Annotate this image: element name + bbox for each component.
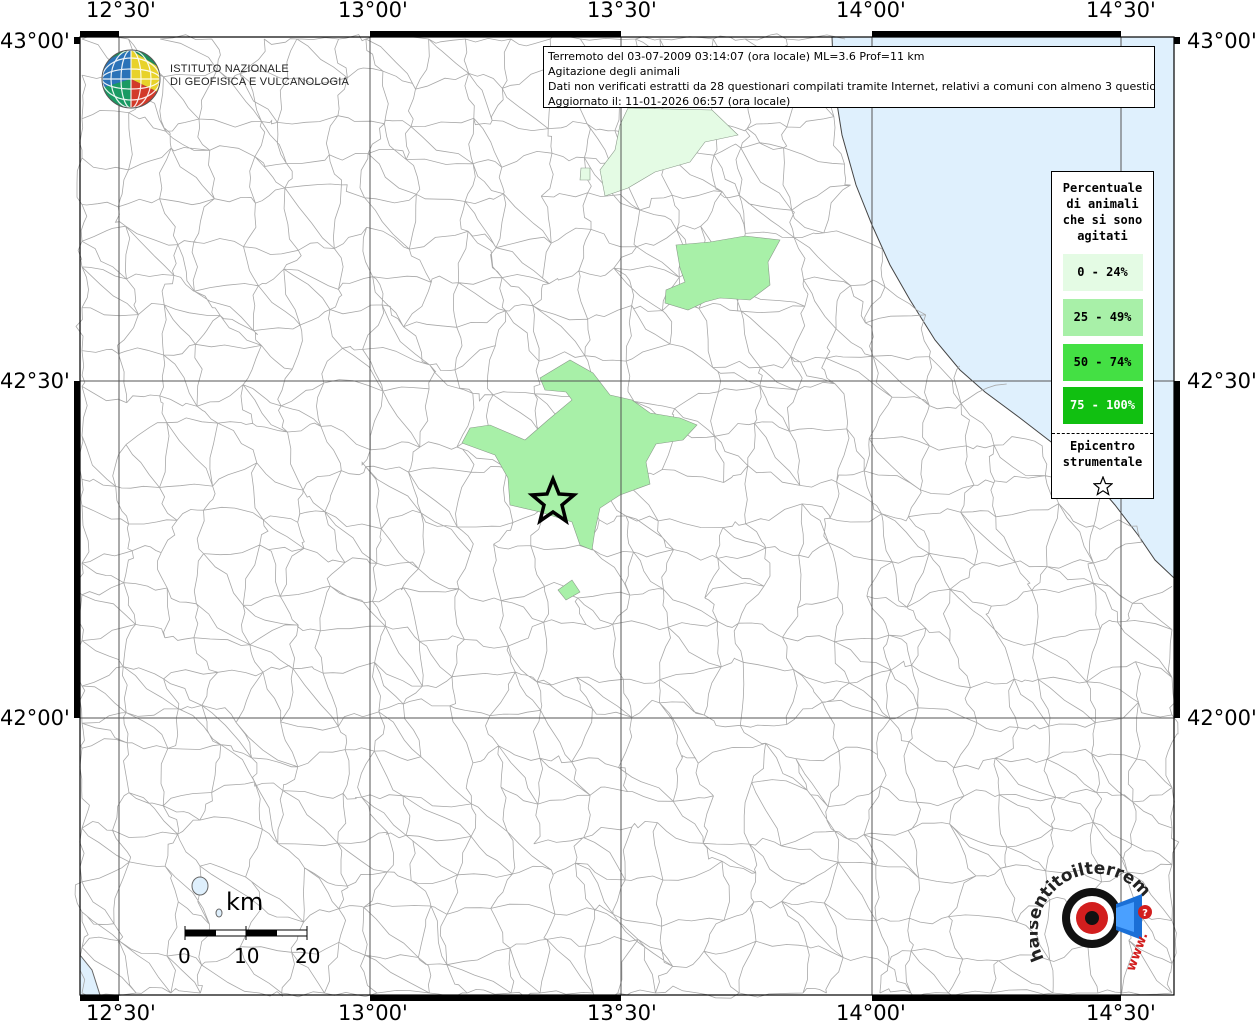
scale-tick: 20 bbox=[295, 944, 321, 968]
municipality-0-24 bbox=[579, 167, 591, 181]
lon-label-bottom: 13°00' bbox=[338, 1001, 408, 1024]
legend-epicentro-line: Epicentro bbox=[1069, 439, 1136, 453]
legend-separator bbox=[1052, 433, 1153, 434]
lon-label-top: 14°00' bbox=[836, 0, 906, 22]
globe-icon bbox=[101, 49, 161, 109]
event-updated: Aggiornato il: 11-01-2026 06:57 (ora loc… bbox=[548, 95, 791, 108]
lon-label-top: 14°30' bbox=[1086, 0, 1156, 22]
speaker-icon bbox=[1062, 888, 1142, 948]
lat-label-left: 43°00' bbox=[0, 29, 70, 53]
event-title: Terremoto del 03-07-2009 03:14:07 (ora l… bbox=[548, 50, 925, 63]
scale-unit: km bbox=[226, 888, 264, 916]
legend-title-line: di animali bbox=[1066, 197, 1139, 211]
lat-label-right: 42°00' bbox=[1187, 706, 1255, 730]
legend-epicentro-line: strumentale bbox=[1062, 455, 1143, 469]
legend-item-25-49: 25 - 49% bbox=[1062, 299, 1143, 336]
event-info-box: Terremoto del 03-07-2009 03:14:07 (ora l… bbox=[543, 46, 1155, 108]
legend-item-75-100: 75 - 100% bbox=[1062, 387, 1143, 424]
legend-title-line: Percentuale bbox=[1062, 181, 1143, 195]
legend-item-0-24: 0 - 24% bbox=[1062, 254, 1143, 291]
lon-label-top: 13°30' bbox=[587, 0, 657, 22]
brand-prefix: www. bbox=[1124, 931, 1152, 974]
event-subtitle: Agitazione degli animali bbox=[548, 65, 681, 78]
ingv-name: ISTITUTO NAZIONALE DI GEOFISICA E VULCAN… bbox=[170, 63, 349, 89]
lon-label-bottom: 13°30' bbox=[587, 1001, 657, 1024]
legend-title-line: agitati bbox=[1077, 229, 1128, 243]
lat-label-right: 43°00' bbox=[1187, 29, 1255, 53]
brand-logo: haisentitoilterremoto.it ? www. bbox=[1030, 860, 1155, 974]
event-note: Dati non verificati estratti da 28 quest… bbox=[548, 80, 1155, 93]
legend: Percentuale di animali che si sono agita… bbox=[1051, 171, 1154, 499]
svg-text:?: ? bbox=[1142, 908, 1148, 919]
lon-label-bottom: 12°30' bbox=[86, 1001, 156, 1024]
scale-tick: 10 bbox=[234, 944, 260, 968]
legend-epicentro: Epicentro strumentale bbox=[1052, 438, 1153, 470]
lat-label-left: 42°30' bbox=[0, 369, 70, 393]
legend-item-50-74: 50 - 74% bbox=[1062, 344, 1143, 381]
legend-title: Percentuale di animali che si sono agita… bbox=[1052, 180, 1153, 244]
scale-tick: 0 bbox=[178, 944, 191, 968]
star-icon bbox=[1092, 476, 1113, 496]
lon-label-bottom: 14°00' bbox=[836, 1001, 906, 1024]
ingv-name-line2: DI GEOFISICA E VULCANOLOGIA bbox=[170, 76, 349, 88]
ingv-name-line1: ISTITUTO NAZIONALE bbox=[170, 63, 289, 75]
scale-bar: km 0 10 20 bbox=[178, 888, 328, 978]
lon-label-bottom: 14°30' bbox=[1086, 1001, 1156, 1024]
lat-label-right: 42°30' bbox=[1187, 369, 1255, 393]
legend-title-line: che si sono bbox=[1062, 213, 1143, 227]
lon-label-top: 12°30' bbox=[86, 0, 156, 22]
lat-label-left: 42°00' bbox=[0, 706, 70, 730]
lon-label-top: 13°00' bbox=[338, 0, 408, 22]
